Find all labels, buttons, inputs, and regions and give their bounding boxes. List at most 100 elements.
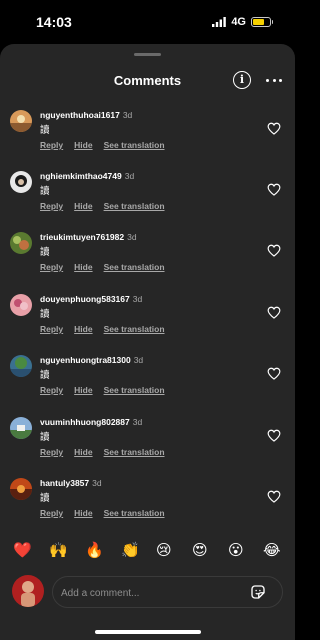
avatar[interactable] xyxy=(10,232,32,254)
hide-button[interactable]: Hide xyxy=(74,201,92,211)
comment-header: nguyenhuongtra81300 3d xyxy=(40,355,143,365)
hide-button[interactable]: Hide xyxy=(74,262,92,272)
avatar[interactable] xyxy=(10,478,32,500)
info-icon[interactable]: i xyxy=(233,71,251,89)
more-options-icon[interactable] xyxy=(266,72,282,88)
see-translation-button[interactable]: See translation xyxy=(104,447,165,457)
red-heart-emoji[interactable]: ❤️ xyxy=(13,541,32,559)
comment-input-box[interactable] xyxy=(52,576,283,608)
status-bar: 14:03 4G xyxy=(0,0,295,44)
comment-username[interactable]: trieukimtuyen761982 xyxy=(40,232,124,242)
comment-item: nghiemkimthao4749 3d 讀 Reply Hide See trans… xyxy=(0,171,295,221)
avatar[interactable] xyxy=(10,355,32,377)
hide-button[interactable]: Hide xyxy=(74,508,92,518)
comment-actions: Reply Hide See translation xyxy=(40,262,176,272)
comment-text: 讀 xyxy=(40,186,50,197)
comment-actions: Reply Hide See translation xyxy=(40,201,176,211)
reply-button[interactable]: Reply xyxy=(40,324,63,334)
see-translation-button[interactable]: See translation xyxy=(104,385,165,395)
see-translation-button[interactable]: See translation xyxy=(104,201,165,211)
comment-time: 3d xyxy=(92,478,102,488)
home-indicator xyxy=(95,630,201,634)
comment-text: 讀 xyxy=(40,432,50,443)
fire-emoji[interactable]: 🔥 xyxy=(85,541,104,559)
avatar[interactable] xyxy=(10,110,32,132)
comment-username[interactable]: nghiemkimthao4749 xyxy=(40,171,122,181)
reply-button[interactable]: Reply xyxy=(40,140,63,150)
comment-username[interactable]: douyenphuong583167 xyxy=(40,294,130,304)
comment-item: nguyenthuhoai1617 3d 讀 Reply Hide See trans… xyxy=(0,110,295,160)
comment-text: 讀 xyxy=(40,125,50,136)
avatar[interactable] xyxy=(10,294,32,316)
reply-button[interactable]: Reply xyxy=(40,508,63,518)
reply-button[interactable]: Reply xyxy=(40,262,63,272)
emoji-quick-reactions: ❤️ 🙌 🔥 👏 😢 😍 😮 😂 xyxy=(0,541,295,563)
sheet-grabber[interactable] xyxy=(134,53,161,56)
reply-button[interactable]: Reply xyxy=(40,201,63,211)
like-heart-icon[interactable] xyxy=(267,367,281,380)
comment-username[interactable]: nguyenhuongtra81300 xyxy=(40,355,131,365)
like-heart-icon[interactable] xyxy=(267,306,281,319)
comment-time: 3d xyxy=(124,171,135,181)
hide-button[interactable]: Hide xyxy=(74,385,92,395)
see-translation-button[interactable]: See translation xyxy=(104,140,165,150)
laughing-tears-emoji[interactable]: 😂 xyxy=(263,541,281,559)
comment-item: hantuly3857 3d 讀 Reply Hide See translation xyxy=(0,478,295,528)
comment-time: 3d xyxy=(132,294,143,304)
status-time: 14:03 xyxy=(36,14,72,30)
like-heart-icon[interactable] xyxy=(267,122,281,135)
like-heart-icon[interactable] xyxy=(267,244,281,257)
status-icons: 4G xyxy=(212,16,273,28)
hide-button[interactable]: Hide xyxy=(74,140,92,150)
network-label: 4G xyxy=(231,16,246,28)
raising-hands-emoji[interactable]: 🙌 xyxy=(49,541,68,559)
comment-header: trieukimtuyen761982 3d xyxy=(40,232,137,242)
current-user-avatar xyxy=(12,575,44,607)
comment-actions: Reply Hide See translation xyxy=(40,324,176,334)
comment-text: 讀 xyxy=(40,309,50,320)
comment-header: vuuminhhuong802887 3d xyxy=(40,417,142,427)
crying-face-emoji[interactable]: 😢 xyxy=(156,541,172,559)
comment-username[interactable]: nguyenthuhoai1617 xyxy=(40,110,120,120)
comment-time: 3d xyxy=(132,417,143,427)
hide-button[interactable]: Hide xyxy=(74,447,92,457)
comment-actions: Reply Hide See translation xyxy=(40,508,176,518)
like-heart-icon[interactable] xyxy=(267,490,281,503)
avatar[interactable] xyxy=(10,171,32,193)
reply-button[interactable]: Reply xyxy=(40,385,63,395)
comment-item: nguyenhuongtra81300 3d 讀 Reply Hide See tra… xyxy=(0,355,295,405)
see-translation-button[interactable]: See translation xyxy=(104,324,165,334)
clapping-hands-emoji[interactable]: 👏 xyxy=(121,541,140,559)
comment-time: 3d xyxy=(127,232,137,242)
comment-text: 讀 xyxy=(40,493,50,504)
see-translation-button[interactable]: See translation xyxy=(104,262,165,272)
comment-text: 讀 xyxy=(40,370,50,381)
avatar[interactable] xyxy=(10,417,32,439)
comment-header: douyenphuong583167 3d xyxy=(40,294,142,304)
like-heart-icon[interactable] xyxy=(267,183,281,196)
comment-item: douyenphuong583167 3d 讀 Reply Hide See tran… xyxy=(0,294,295,344)
comment-header: hantuly3857 3d xyxy=(40,478,102,488)
like-heart-icon[interactable] xyxy=(267,429,281,442)
comment-header: nghiemkimthao4749 3d xyxy=(40,171,134,181)
comment-username[interactable]: hantuly3857 xyxy=(40,478,89,488)
reply-button[interactable]: Reply xyxy=(40,447,63,457)
comment-item: vuuminhhuong802887 3d 讀 Reply Hide See tran… xyxy=(0,417,295,467)
battery-icon xyxy=(251,17,273,27)
comment-actions: Reply Hide See translation xyxy=(40,385,176,395)
heart-eyes-emoji[interactable]: 😍 xyxy=(192,541,208,559)
surprised-face-emoji[interactable]: 😮 xyxy=(228,541,244,559)
comment-actions: Reply Hide See translation xyxy=(40,447,176,457)
comment-composer xyxy=(0,575,295,611)
battery-level xyxy=(253,19,265,25)
comment-actions: Reply Hide See translation xyxy=(40,140,176,150)
hide-button[interactable]: Hide xyxy=(74,324,92,334)
comment-time: 3d xyxy=(122,110,133,120)
comment-text: 讀 xyxy=(40,247,50,258)
sticker-icon[interactable] xyxy=(249,583,267,601)
comment-username[interactable]: vuuminhhuong802887 xyxy=(40,417,130,427)
see-translation-button[interactable]: See translation xyxy=(104,508,165,518)
comment-item: trieukimtuyen761982 3d 讀 Reply Hide See tra… xyxy=(0,232,295,282)
comment-input[interactable] xyxy=(61,584,241,602)
comment-time: 3d xyxy=(133,355,144,365)
